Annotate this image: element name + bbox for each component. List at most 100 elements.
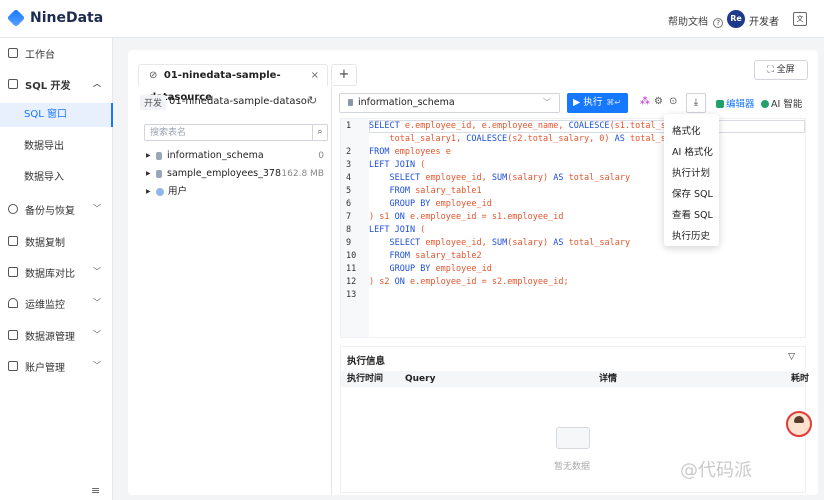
sidebar-item-sql-window[interactable]: SQL 窗口 [0,103,113,127]
line-number: 2 [346,147,352,157]
column-header: 耗时 [791,374,810,384]
menu-item-explain[interactable]: 执行计划 [672,165,710,179]
line-number: 7 [346,212,352,222]
sidebar-item-data-import[interactable]: 数据导入 [0,166,113,190]
user-icon [156,188,164,196]
language-icon[interactable]: 文 [793,12,807,26]
ai-mode-button[interactable]: AI 智能 [761,96,802,110]
sidebar-item-backup[interactable]: 备份与恢复 ﹀ [0,197,113,221]
sidebar: 工作台 SQL 开发 ︿ SQL 窗口 数据导出 数据导入 备份与恢复 ﹀ 数据… [0,38,113,500]
play-icon: ▶ [573,97,584,108]
more-icon[interactable]: ⊙ [669,96,677,107]
run-button[interactable]: ▶ 执行 ⌘↵ [567,93,628,113]
database-icon [348,99,353,106]
result-header: 执行时间 Query 详情 耗时 [341,371,809,387]
database-icon [8,330,18,340]
fullscreen-button[interactable]: ⛶ 全屏 [754,60,808,80]
search-input[interactable] [145,125,310,140]
menu-item-ai-format[interactable]: AI 格式化 [672,144,713,158]
search-icon[interactable]: ⌕ [312,125,327,140]
expand-icon[interactable]: ▶ [146,147,156,165]
refresh-icon[interactable]: ↻ [308,94,317,107]
compare-icon [8,267,18,277]
tree-item-users[interactable]: ▶ 用户 [146,183,328,201]
sidebar-item-datasource-mgmt[interactable]: 数据源管理 ﹀ [0,323,113,347]
line-number: 12 [346,277,357,287]
context-menu: 格式化 AI 格式化 执行计划 保存 SQL 查看 SQL 执行历史 [664,114,719,246]
sidebar-item-label: 备份与恢复 [25,205,75,217]
ai-icon [761,100,769,108]
collapse-sidebar-icon[interactable]: ≡ [91,484,100,497]
help-docs-link[interactable]: 帮助文档 ? [668,13,724,28]
sidebar-item-workbench[interactable]: 工作台 [0,41,113,65]
close-icon[interactable]: × [311,65,319,87]
tree-item-size: 162.8 MB [281,169,324,179]
collapse-icon[interactable]: ▽ [788,352,795,362]
link-icon: ⊘ [149,70,158,81]
avatar[interactable]: Re [727,10,745,28]
download-icon: ⤓ [693,97,699,108]
schema-select[interactable]: information_schema ﹀ [339,93,560,113]
tree-item-label: 用户 [168,186,188,197]
editor-mode-button[interactable]: 编辑器 [716,96,755,110]
fullscreen-label: 全屏 [776,65,795,75]
code-line: SELECT employee_id, SUM(salary) AS total… [389,238,631,248]
menu-item-history[interactable]: 执行历史 [672,228,710,242]
download-button[interactable]: ⤓ [686,93,706,113]
empty-state-text: 暂无数据 [554,462,591,472]
menu-item-save-sql[interactable]: 保存 SQL [672,186,713,200]
assistant-avatar[interactable] [786,411,812,437]
sidebar-item-data-export[interactable]: 数据导出 [0,135,113,159]
chevron-down-icon: ﹀ [93,298,101,307]
add-tab-button[interactable]: + [331,64,357,86]
gear-icon[interactable]: ⚙ [654,96,663,107]
tree-item-label: sample_employees_378 [167,168,282,179]
sidebar-item-label: 数据复制 [25,237,65,249]
tree-item-size: 0 [318,151,324,161]
backup-icon [8,204,18,214]
code-line: LEFT JOIN ( [369,225,426,235]
result-title: 执行信息 [347,356,386,367]
expand-icon[interactable]: ▶ [146,165,156,183]
object-tree-panel: 开发 01-ninedata-sample-datasou... ↻ ⌕ ▶ i… [138,86,332,495]
run-label: 执行 [583,97,603,108]
code-line: FROM employees e [369,147,451,157]
chevron-up-icon: ︿ [93,79,101,88]
code-line: GROUP BY employee_id [389,199,492,209]
menu-item-format[interactable]: 格式化 [672,123,701,137]
fullscreen-icon: ⛶ [767,65,777,75]
user-name[interactable]: 开发者 [749,13,779,28]
line-number: 13 [346,290,357,300]
sidebar-item-replication[interactable]: 数据复制 [0,229,113,253]
tree-item-schema[interactable]: ▶ sample_employees_378 162.8 MB [146,165,328,183]
magic-icon[interactable]: ⁂ [640,96,650,107]
line-number: 5 [346,186,352,196]
logo[interactable]: NineData [6,8,103,28]
datasource-name[interactable]: 01-ninedata-sample-datasou... [169,96,309,107]
sidebar-item-sql-dev[interactable]: SQL 开发 ︿ [0,72,113,96]
monitor-icon [8,79,18,89]
code-line: GROUP BY employee_id [389,264,492,274]
sidebar-item-db-compare[interactable]: 数据库对比 ﹀ [0,260,113,284]
menu-item-view-sql[interactable]: 查看 SQL [672,207,713,221]
code-line: LEFT JOIN ( [369,160,426,170]
ai-mode-label: AI 智能 [771,99,803,110]
sidebar-item-label: 数据库对比 [25,268,75,280]
chevron-down-icon: ﹀ [93,361,101,370]
expand-icon[interactable]: ▶ [146,183,156,201]
account-icon [8,361,18,371]
line-number: 4 [346,173,352,183]
tree-item-schema[interactable]: ▶ information_schema 0 [146,147,328,165]
column-header: Query [405,374,436,384]
sidebar-item-monitoring[interactable]: 运维监控 ﹀ [0,291,113,315]
column-header: 执行时间 [347,374,384,384]
code-line: total_salary1, COALESCE(s2.total_salary,… [369,134,666,144]
code-line: SELECT e.employee_id, e.employee_name, C… [369,121,666,131]
help-docs-label: 帮助文档 [668,17,708,28]
line-number: 11 [346,264,357,274]
sql-editor[interactable]: 1 2 3 4 5 6 7 8 9 10 11 12 13 SELECT e.e… [340,118,806,338]
sidebar-item-account-mgmt[interactable]: 账户管理 ﹀ [0,354,113,378]
tab-datasource[interactable]: ⊘ 01-ninedata-sample-datasource × [138,64,328,103]
column-header: 详情 [599,374,618,384]
bell-icon [8,298,18,308]
